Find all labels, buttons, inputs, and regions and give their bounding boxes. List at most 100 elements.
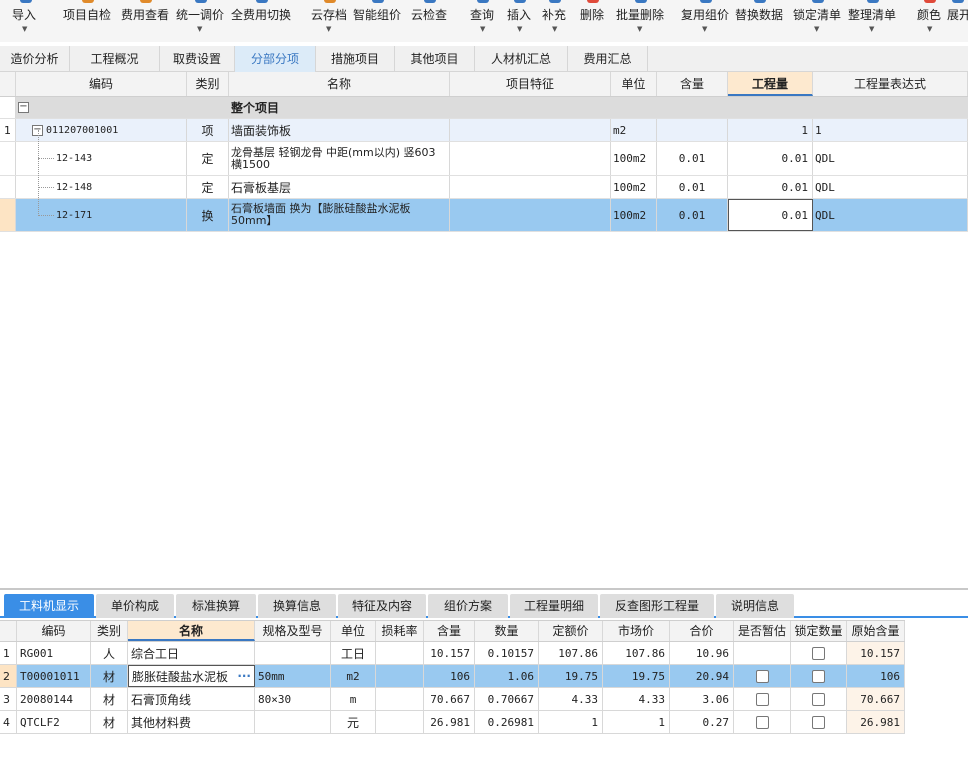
spec-cell[interactable] <box>255 642 331 664</box>
tab-cost-analysis[interactable]: 造价分析 <box>0 46 70 72</box>
column-header-market-price[interactable]: 市场价 <box>603 621 670 641</box>
tab-features-content[interactable]: 特征及内容 <box>338 594 426 618</box>
table-row[interactable]: 12-143 定 龙骨基层 轻钢龙骨 中距(mm以内) 竖603 横1500 1… <box>0 142 968 176</box>
quantity-cell[interactable]: 0.01 <box>728 176 813 198</box>
quota-price-cell[interactable]: 4.33 <box>539 688 603 710</box>
column-header-total[interactable]: 合价 <box>670 621 734 641</box>
table-row[interactable]: 1 −011207001001 项 墙面装饰板 m2 1 1 <box>0 119 968 142</box>
code-cell[interactable]: −011207001001 <box>16 119 187 141</box>
content-cell[interactable]: 0.01 <box>657 142 728 175</box>
type-cell[interactable]: 定 <box>187 142 229 175</box>
table-row-selected[interactable]: 12-171 换 石膏板墙面 换为【膨胀硅酸盐水泥板 50mm】 100m2 0… <box>0 199 968 232</box>
provisional-checkbox[interactable] <box>755 669 769 683</box>
column-header-unit[interactable]: 单位 <box>331 621 376 641</box>
type-cell[interactable]: 材 <box>91 665 128 687</box>
column-header-quota-price[interactable]: 定额价 <box>539 621 603 641</box>
unit-cell[interactable]: m <box>331 688 376 710</box>
quota-price-cell[interactable]: 1 <box>539 711 603 733</box>
column-header-type[interactable]: 类别 <box>187 72 229 96</box>
column-header-expression[interactable]: 工程量表达式 <box>813 72 968 96</box>
type-cell[interactable]: 项 <box>187 119 229 141</box>
name-cell[interactable]: 石膏板基层 <box>229 176 450 198</box>
panel-splitter[interactable] <box>0 588 968 590</box>
unit-cell[interactable]: 100m2 <box>611 199 657 231</box>
code-cell[interactable]: RG001 <box>17 642 91 664</box>
feature-cell[interactable] <box>450 142 611 175</box>
tab-measures[interactable]: 措施项目 <box>316 46 395 72</box>
project-check-button[interactable]: 项目自检 <box>63 0 113 40</box>
tab-conversion-info[interactable]: 换算信息 <box>258 594 336 618</box>
type-cell[interactable]: 材 <box>91 711 128 733</box>
column-header-code[interactable]: 编码 <box>17 621 91 641</box>
tab-fee-settings[interactable]: 取费设置 <box>160 46 235 72</box>
table-row[interactable]: 3 20080144 材 石膏顶角线 80×30 m 70.667 0.7066… <box>0 688 905 711</box>
content-cell[interactable] <box>657 119 728 141</box>
expression-cell[interactable]: QDL <box>813 142 968 175</box>
tab-reverse-graphic-quantity[interactable]: 反查图形工程量 <box>600 594 714 618</box>
tab-other-items[interactable]: 其他项目 <box>395 46 475 72</box>
content-cell[interactable]: 106 <box>424 665 475 687</box>
unit-cell[interactable]: 元 <box>331 711 376 733</box>
name-cell[interactable]: 石膏顶角线 <box>128 688 255 710</box>
code-cell[interactable]: QTCLF2 <box>17 711 91 733</box>
content-cell[interactable]: 26.981 <box>424 711 475 733</box>
unit-cell[interactable]: 工日 <box>331 642 376 664</box>
quantity-cell[interactable]: 1 <box>728 119 813 141</box>
organize-list-button[interactable]: 整理清单 ▼ <box>848 0 898 40</box>
content-cell[interactable]: 0.01 <box>657 199 728 231</box>
column-header-original-content[interactable]: 原始含量 <box>847 621 905 641</box>
quantity-cell[interactable]: 0.70667 <box>475 688 539 710</box>
code-cell[interactable]: T00001011 <box>17 665 91 687</box>
replace-data-button[interactable]: 替换数据 <box>735 0 785 40</box>
provisional-checkbox[interactable] <box>755 692 769 706</box>
collapse-icon[interactable]: − <box>18 102 29 113</box>
tab-description[interactable]: 说明信息 <box>716 594 794 618</box>
total-cell[interactable]: 20.94 <box>670 665 734 687</box>
name-cell[interactable]: 其他材料费 <box>128 711 255 733</box>
lock-quantity-checkbox[interactable] <box>812 692 825 706</box>
lock-quantity-checkbox[interactable] <box>812 715 825 729</box>
lock-list-button[interactable]: 锁定清单 ▼ <box>793 0 843 40</box>
market-price-cell[interactable]: 19.75 <box>603 665 670 687</box>
tab-unit-price-composition[interactable]: 单价构成 <box>96 594 174 618</box>
column-header-quantity[interactable]: 数量 <box>475 621 539 641</box>
market-price-cell[interactable]: 4.33 <box>603 688 670 710</box>
column-header-content[interactable]: 含量 <box>657 72 728 96</box>
spec-cell[interactable]: 50mm <box>255 665 331 687</box>
cloud-check-button[interactable]: 云检查 <box>411 0 449 40</box>
tab-standard-conversion[interactable]: 标准换算 <box>176 594 256 618</box>
batch-delete-button[interactable]: 批量删除 ▼ <box>616 0 666 40</box>
lock-quantity-checkbox[interactable] <box>812 646 825 660</box>
content-cell[interactable]: 0.01 <box>657 176 728 198</box>
provisional-checkbox[interactable] <box>755 715 769 729</box>
color-button[interactable]: 颜色 ▼ <box>917 0 943 40</box>
feature-cell[interactable] <box>450 176 611 198</box>
content-cell[interactable]: 10.157 <box>424 642 475 664</box>
tab-sub-items[interactable]: 分部分项 <box>235 46 316 72</box>
tab-labor-material-display[interactable]: 工料机显示 <box>4 594 94 618</box>
type-cell[interactable]: 材 <box>91 688 128 710</box>
original-content-cell[interactable]: 70.667 <box>847 688 905 710</box>
code-cell[interactable]: 20080144 <box>17 688 91 710</box>
reuse-price-button[interactable]: 复用组价 ▼ <box>681 0 731 40</box>
lock-quantity-checkbox[interactable] <box>812 669 825 683</box>
name-cell[interactable]: 综合工日 <box>128 642 255 664</box>
feature-cell[interactable] <box>450 119 611 141</box>
table-row-group[interactable]: − 整个项目 <box>0 97 968 119</box>
spec-cell[interactable]: 80×30 <box>255 688 331 710</box>
column-header-feature[interactable]: 项目特征 <box>450 72 611 96</box>
insert-button[interactable]: 插入 ▼ <box>507 0 533 40</box>
name-edit-cell[interactable]: 膨胀硅酸盐水泥板 ··· <box>128 665 255 687</box>
tab-fee-summary[interactable]: 费用汇总 <box>568 46 648 72</box>
column-header-name[interactable]: 名称 <box>229 72 450 96</box>
total-cell[interactable]: 10.96 <box>670 642 734 664</box>
fee-view-button[interactable]: 费用查看 <box>121 0 171 40</box>
more-options-icon[interactable]: ··· <box>237 669 251 683</box>
column-header-spec[interactable]: 规格及型号 <box>255 621 331 641</box>
unit-cell[interactable]: m2 <box>331 665 376 687</box>
expand-button[interactable]: 展开 <box>947 0 968 40</box>
quantity-cell[interactable]: 0.01 <box>728 142 813 175</box>
type-cell[interactable]: 人 <box>91 642 128 664</box>
tab-pricing-plan[interactable]: 组价方案 <box>428 594 508 618</box>
column-header-lock-quantity[interactable]: 锁定数量 <box>791 621 847 641</box>
